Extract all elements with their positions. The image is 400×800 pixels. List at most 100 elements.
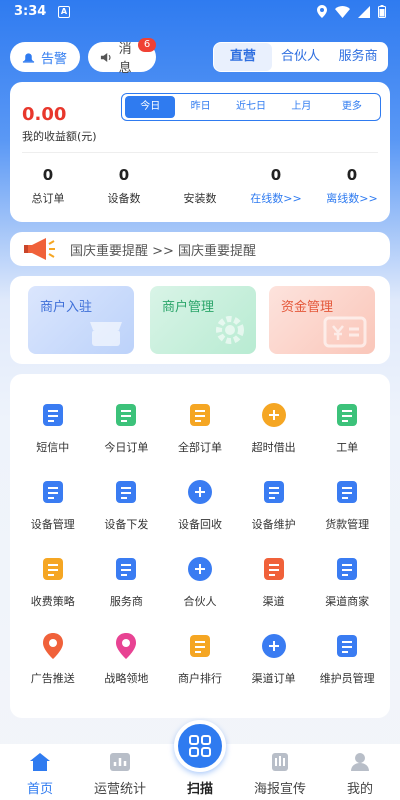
settings-gear-icon: [216, 316, 244, 344]
stat-label: 总订单: [31, 192, 65, 205]
grid-item-label: 合伙人: [183, 595, 217, 608]
user-icon: [351, 753, 369, 771]
nav-home[interactable]: 首页: [0, 744, 80, 800]
channel-icon: [263, 558, 284, 580]
grid-item[interactable]: 货款管理: [310, 469, 384, 546]
grid-item[interactable]: 广告推送: [16, 623, 90, 700]
grid-item[interactable]: 短信中: [16, 392, 90, 469]
chart-icon: [110, 753, 130, 771]
grid-item-label: 短信中: [36, 441, 70, 454]
function-grid: 短信中 今日订单 全部订单 超时借出 工单设备管理 设备下发 设备回收 设备维护 货款管理收费策…: [10, 374, 390, 718]
wifi-icon: [335, 5, 350, 18]
nav-poster[interactable]: 海报宣传: [240, 744, 320, 800]
signal-icon: [358, 5, 370, 18]
grid-item-label: 设备下发: [104, 518, 149, 531]
merchant-manage-label: 商户管理: [162, 300, 215, 315]
nav-home-label: 首页: [26, 782, 53, 797]
alarm-bell-icon: [22, 52, 35, 63]
grid-item[interactable]: 今日订单: [90, 392, 164, 469]
nav-scan-label: 扫描: [186, 782, 213, 797]
merchant-onboard-label: 商户入驻: [40, 300, 93, 315]
grid-item-label: 工单: [336, 441, 359, 454]
stat-total-orders: 0 总订单: [10, 166, 86, 206]
notification-icon: A: [58, 6, 70, 18]
stat-offline[interactable]: 0 离线数>>: [314, 166, 390, 206]
fund-manage-card[interactable]: 资金管理: [269, 286, 375, 354]
grid-item[interactable]: 工单: [310, 392, 384, 469]
grid-item[interactable]: 合伙人: [163, 546, 237, 623]
grid-item-label: 货款管理: [325, 518, 370, 531]
quick-actions: 商户入驻 商户管理 资金管理: [10, 276, 390, 364]
alarm-icon: [261, 403, 286, 427]
workorder-icon: [337, 404, 358, 426]
merchant-manage-card[interactable]: 商户管理: [150, 286, 256, 354]
stat-offline-link[interactable]: 离线数>>: [314, 190, 390, 206]
stat-value: [162, 166, 238, 186]
scan-icon: [189, 735, 211, 757]
microphone-icon: [42, 633, 63, 659]
staff-icon: [337, 635, 358, 657]
range-last7[interactable]: 近七日: [226, 96, 276, 118]
scan-button[interactable]: [174, 720, 226, 772]
stat-value: 0: [270, 166, 282, 184]
grid-item[interactable]: 维护员管理: [310, 623, 384, 700]
range-last-month[interactable]: 上月: [276, 96, 326, 118]
stats-row: 0 总订单 0 设备数 安装数 0 在线数>> 0 离线数>>: [10, 166, 390, 206]
grid-item[interactable]: 设备维护: [237, 469, 311, 546]
range-more[interactable]: 更多: [327, 96, 377, 118]
grid-item[interactable]: 商户排行: [163, 623, 237, 700]
grid-item[interactable]: 超时借出: [237, 392, 311, 469]
nav-mine[interactable]: 我的: [320, 744, 400, 800]
stat-value: 0: [118, 166, 130, 184]
nav-poster-label: 海报宣传: [253, 782, 306, 797]
range-today[interactable]: 今日: [125, 96, 176, 118]
range-yesterday[interactable]: 昨日: [175, 96, 225, 118]
clipboard-icon: [42, 481, 63, 503]
grid-item[interactable]: 服务商: [90, 546, 164, 623]
merchant-onboard-card[interactable]: 商户入驻: [28, 286, 134, 354]
stat-label: 设备数: [107, 192, 141, 205]
grid-item[interactable]: 战略领地: [90, 623, 164, 700]
role-tab-direct[interactable]: 直营: [214, 43, 272, 71]
pricing-icon: [42, 558, 63, 580]
partner-icon: [187, 557, 212, 581]
nav-stats[interactable]: 运营统计: [80, 744, 160, 800]
role-tab-partner[interactable]: 合伙人: [272, 43, 330, 71]
grid-item-label: 商户排行: [177, 672, 222, 685]
orders-icon: [189, 404, 210, 426]
merchant-icon: [337, 558, 358, 580]
building-icon: [116, 558, 137, 580]
device-icon: [116, 481, 137, 503]
grid-item[interactable]: 渠道订单: [237, 623, 311, 700]
grid-item[interactable]: 设备回收: [163, 469, 237, 546]
location-icon: [116, 633, 137, 659]
notice-text: 国庆重要提醒 >> 国庆重要提醒: [70, 243, 257, 259]
grid-item-label: 维护员管理: [319, 672, 375, 685]
grid-item[interactable]: 设备下发: [90, 469, 164, 546]
grid-item-label: 设备管理: [30, 518, 75, 531]
grid-item-label: 渠道: [262, 595, 285, 608]
stat-online-link[interactable]: 在线数>>: [238, 190, 314, 206]
grid-item[interactable]: 渠道: [237, 546, 311, 623]
grid-item[interactable]: 渠道商家: [310, 546, 384, 623]
grid-item[interactable]: 设备管理: [16, 469, 90, 546]
ranking-icon: [189, 635, 210, 657]
status-bar: 3:34 A: [0, 0, 400, 26]
stat-online[interactable]: 0 在线数>>: [238, 166, 314, 206]
store-icon: [90, 322, 122, 346]
grid-item[interactable]: 全部订单: [163, 392, 237, 469]
grid-item-label: 战略领地: [104, 672, 149, 685]
role-tab-provider[interactable]: 服务商: [329, 43, 387, 71]
location-status-icon: [317, 5, 327, 18]
grid-item-label: 设备回收: [177, 518, 222, 531]
grid-item-label: 全部订单: [177, 441, 222, 454]
stat-devices: 0 设备数: [86, 166, 162, 206]
notice-bar[interactable]: 国庆重要提醒 >> 国庆重要提醒: [10, 232, 390, 266]
stat-label: 安装数: [183, 192, 217, 205]
alarm-button[interactable]: 告警: [10, 42, 80, 72]
status-time: 3:34: [14, 4, 47, 19]
divider: [22, 152, 378, 153]
grid-item-label: 广告推送: [30, 672, 75, 685]
grid-item[interactable]: 收费策略: [16, 546, 90, 623]
stat-value: 0: [42, 166, 54, 184]
